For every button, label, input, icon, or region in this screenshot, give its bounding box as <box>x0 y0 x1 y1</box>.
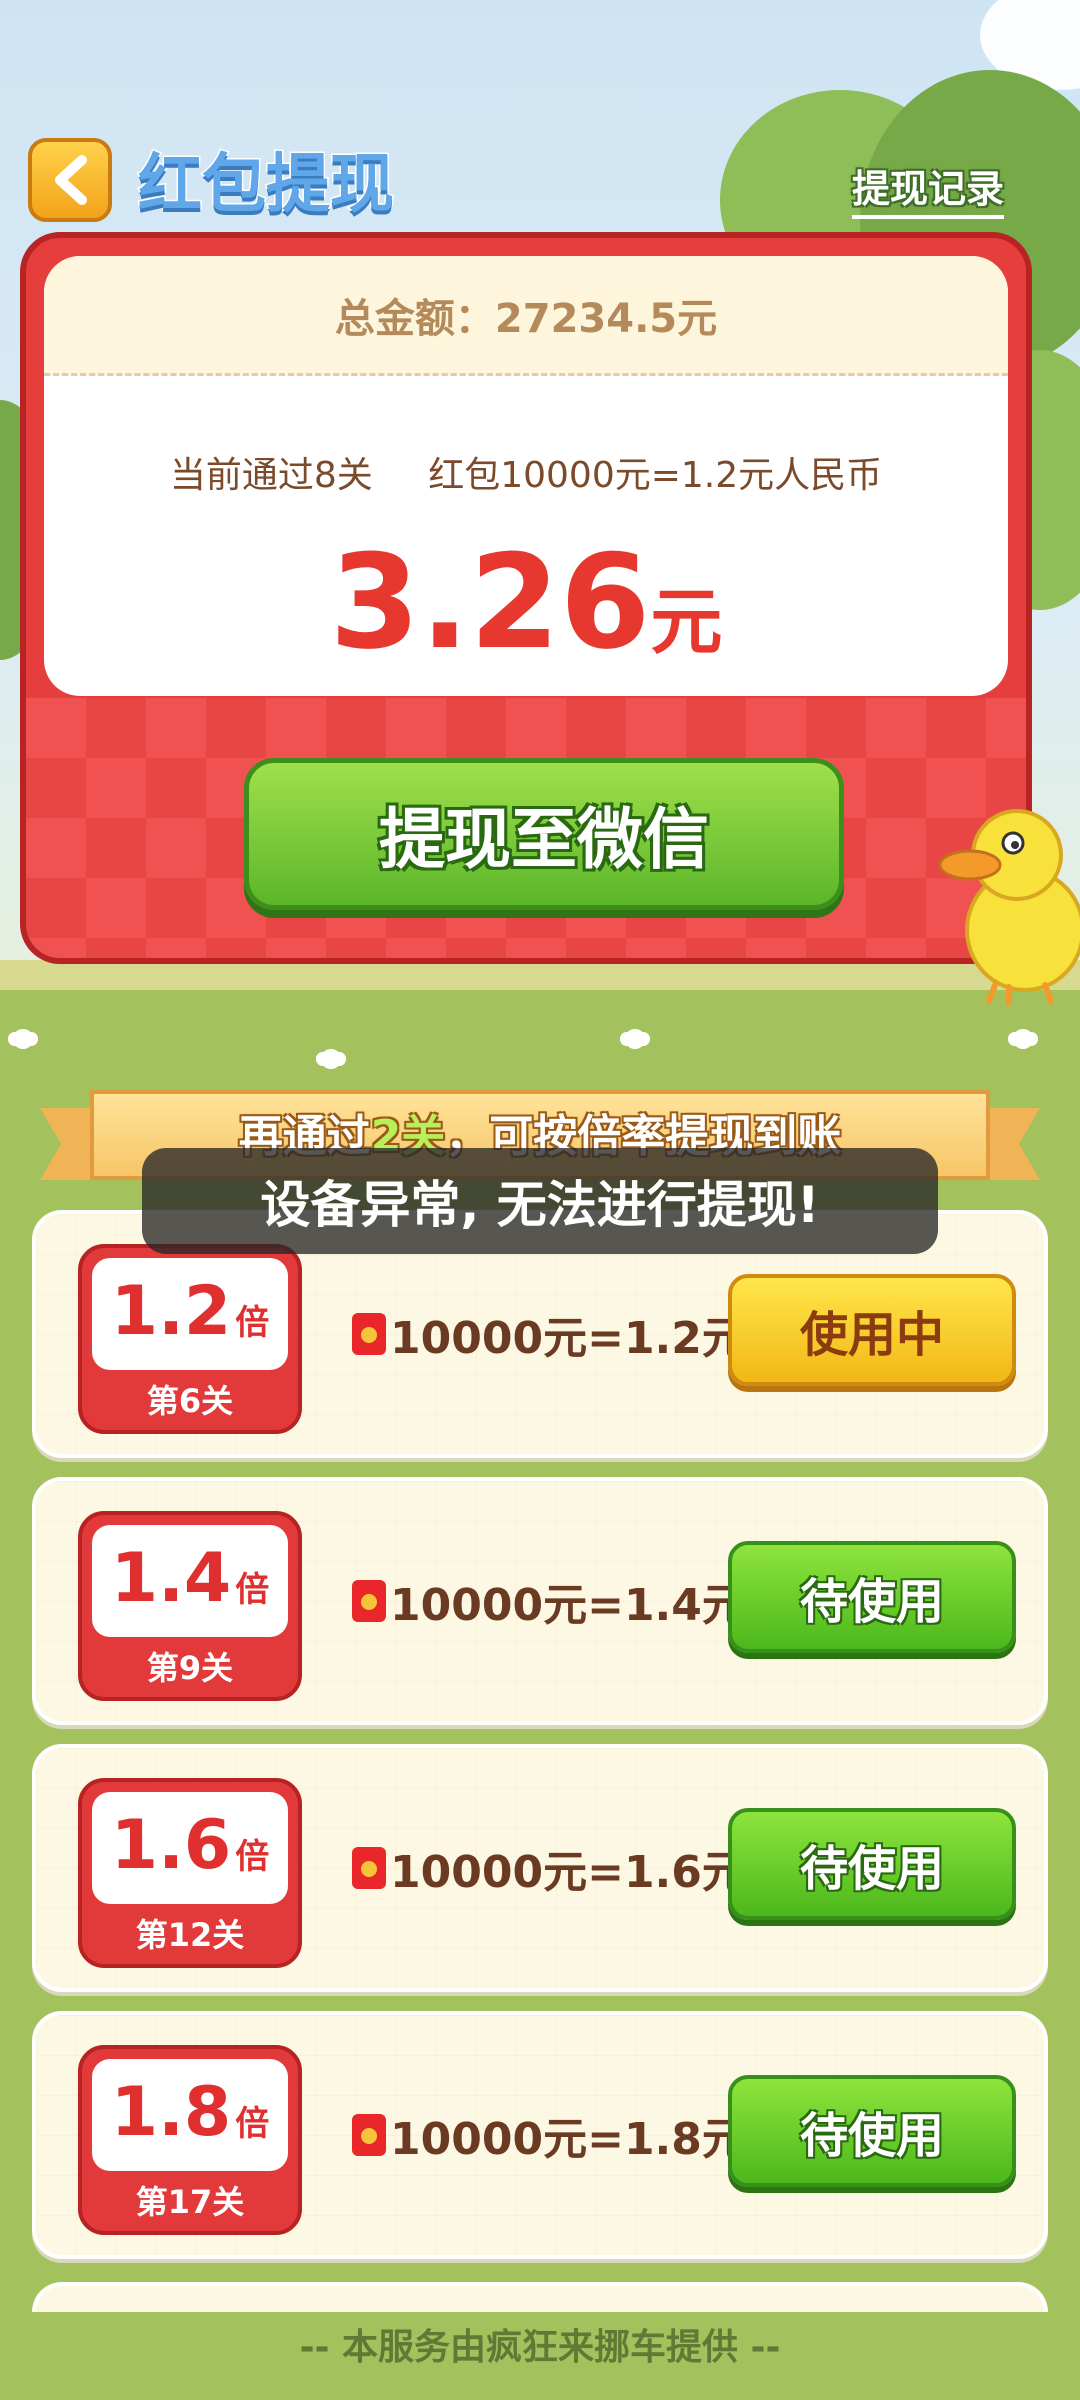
pending-button[interactable]: 待使用 <box>728 1541 1016 1653</box>
rate-info: 10000元=1.4元 <box>352 1569 746 1633</box>
rate-row: 1.6 倍 第12关 10000元=1.6元 待使用 <box>32 1744 1048 1992</box>
amount-unit: 元 <box>650 580 723 664</box>
back-button[interactable] <box>28 138 112 222</box>
multiplier-unit: 倍 <box>235 2104 270 2144</box>
duck-mascot-icon <box>938 809 1080 1005</box>
error-toast: 设备异常, 无法进行提现! <box>142 1148 938 1254</box>
withdraw-card: 总金额：27234.5元 当前通过8关 红包10000元=1.2元人民币 3.2… <box>20 232 1032 964</box>
level-label: 第12关 <box>135 1916 245 1954</box>
level-label: 第17关 <box>135 2183 245 2221</box>
multiplier-badge: 1.2 倍 第6关 <box>78 1244 302 1434</box>
multiplier-value-box: 1.4 倍 <box>92 1525 288 1637</box>
red-envelope-icon <box>352 1580 386 1622</box>
levels-passed-text: 当前通过8关 <box>169 455 373 496</box>
in-use-button[interactable]: 使用中 <box>728 1274 1016 1386</box>
page-title: 红包提现 <box>137 147 396 224</box>
multiplier-badge: 1.8 倍 第17关 <box>78 2045 302 2235</box>
chevron-left-icon <box>55 155 87 205</box>
level-label: 第6关 <box>146 1382 234 1420</box>
multiplier-value: 1.8 <box>110 2073 232 2152</box>
total-amount-label: 总金额：27234.5元 <box>44 256 1008 376</box>
multiplier-value: 1.2 <box>110 1272 232 1351</box>
list-item-partial <box>32 2282 1048 2312</box>
amount-value: 3.26 <box>329 526 651 678</box>
multiplier-badge: 1.6 倍 第12关 <box>78 1778 302 1968</box>
progress-info: 当前通过8关 红包10000元=1.2元人民币 <box>44 446 1008 498</box>
flower-icon <box>622 1026 648 1052</box>
red-envelope-icon <box>352 1313 386 1355</box>
multiplier-value-box: 1.8 倍 <box>92 2059 288 2171</box>
multiplier-value-box: 1.6 倍 <box>92 1792 288 1904</box>
rate-info: 10000元=1.2元 <box>352 1302 746 1366</box>
multiplier-value: 1.4 <box>110 1539 232 1618</box>
exchange-rate-text: 红包10000元=1.2元人民币 <box>428 455 883 496</box>
rate-text: 10000元=1.4元 <box>390 1580 746 1631</box>
multiplier-value: 1.6 <box>110 1806 232 1885</box>
red-envelope-icon <box>352 1847 386 1889</box>
card-inner-panel: 总金额：27234.5元 当前通过8关 红包10000元=1.2元人民币 3.2… <box>44 256 1008 696</box>
pending-button[interactable]: 待使用 <box>728 2075 1016 2187</box>
red-envelope-icon <box>352 2114 386 2156</box>
flower-icon <box>10 1026 36 1052</box>
rate-text: 10000元=1.6元 <box>390 1847 746 1898</box>
multiplier-unit: 倍 <box>235 1837 270 1877</box>
multiplier-value-box: 1.2 倍 <box>92 1258 288 1370</box>
withdraw-record-link[interactable]: 提现记录 <box>852 158 1005 219</box>
rate-text: 10000元=1.8元 <box>390 2114 746 2165</box>
footer-text: -- 本服务由疯狂来挪车提供 -- <box>299 2327 781 2368</box>
rate-info: 10000元=1.6元 <box>352 1836 746 1900</box>
multiplier-badge: 1.4 倍 第9关 <box>78 1511 302 1701</box>
multiplier-unit: 倍 <box>235 1303 270 1343</box>
flower-icon <box>1010 1026 1036 1052</box>
withdraw-amount: 3.26元 <box>44 526 1008 678</box>
flower-icon <box>318 1046 344 1072</box>
level-label: 第9关 <box>146 1649 234 1687</box>
withdraw-to-wechat-button[interactable]: 提现至微信 <box>244 758 844 910</box>
rate-text: 10000元=1.2元 <box>390 1313 746 1364</box>
rate-info: 10000元=1.8元 <box>352 2103 746 2167</box>
rate-row: 1.8 倍 第17关 10000元=1.8元 待使用 <box>32 2011 1048 2259</box>
rate-row: 1.4 倍 第9关 10000元=1.4元 待使用 <box>32 1477 1048 1725</box>
multiplier-unit: 倍 <box>235 1570 270 1610</box>
pending-button[interactable]: 待使用 <box>728 1808 1016 1920</box>
